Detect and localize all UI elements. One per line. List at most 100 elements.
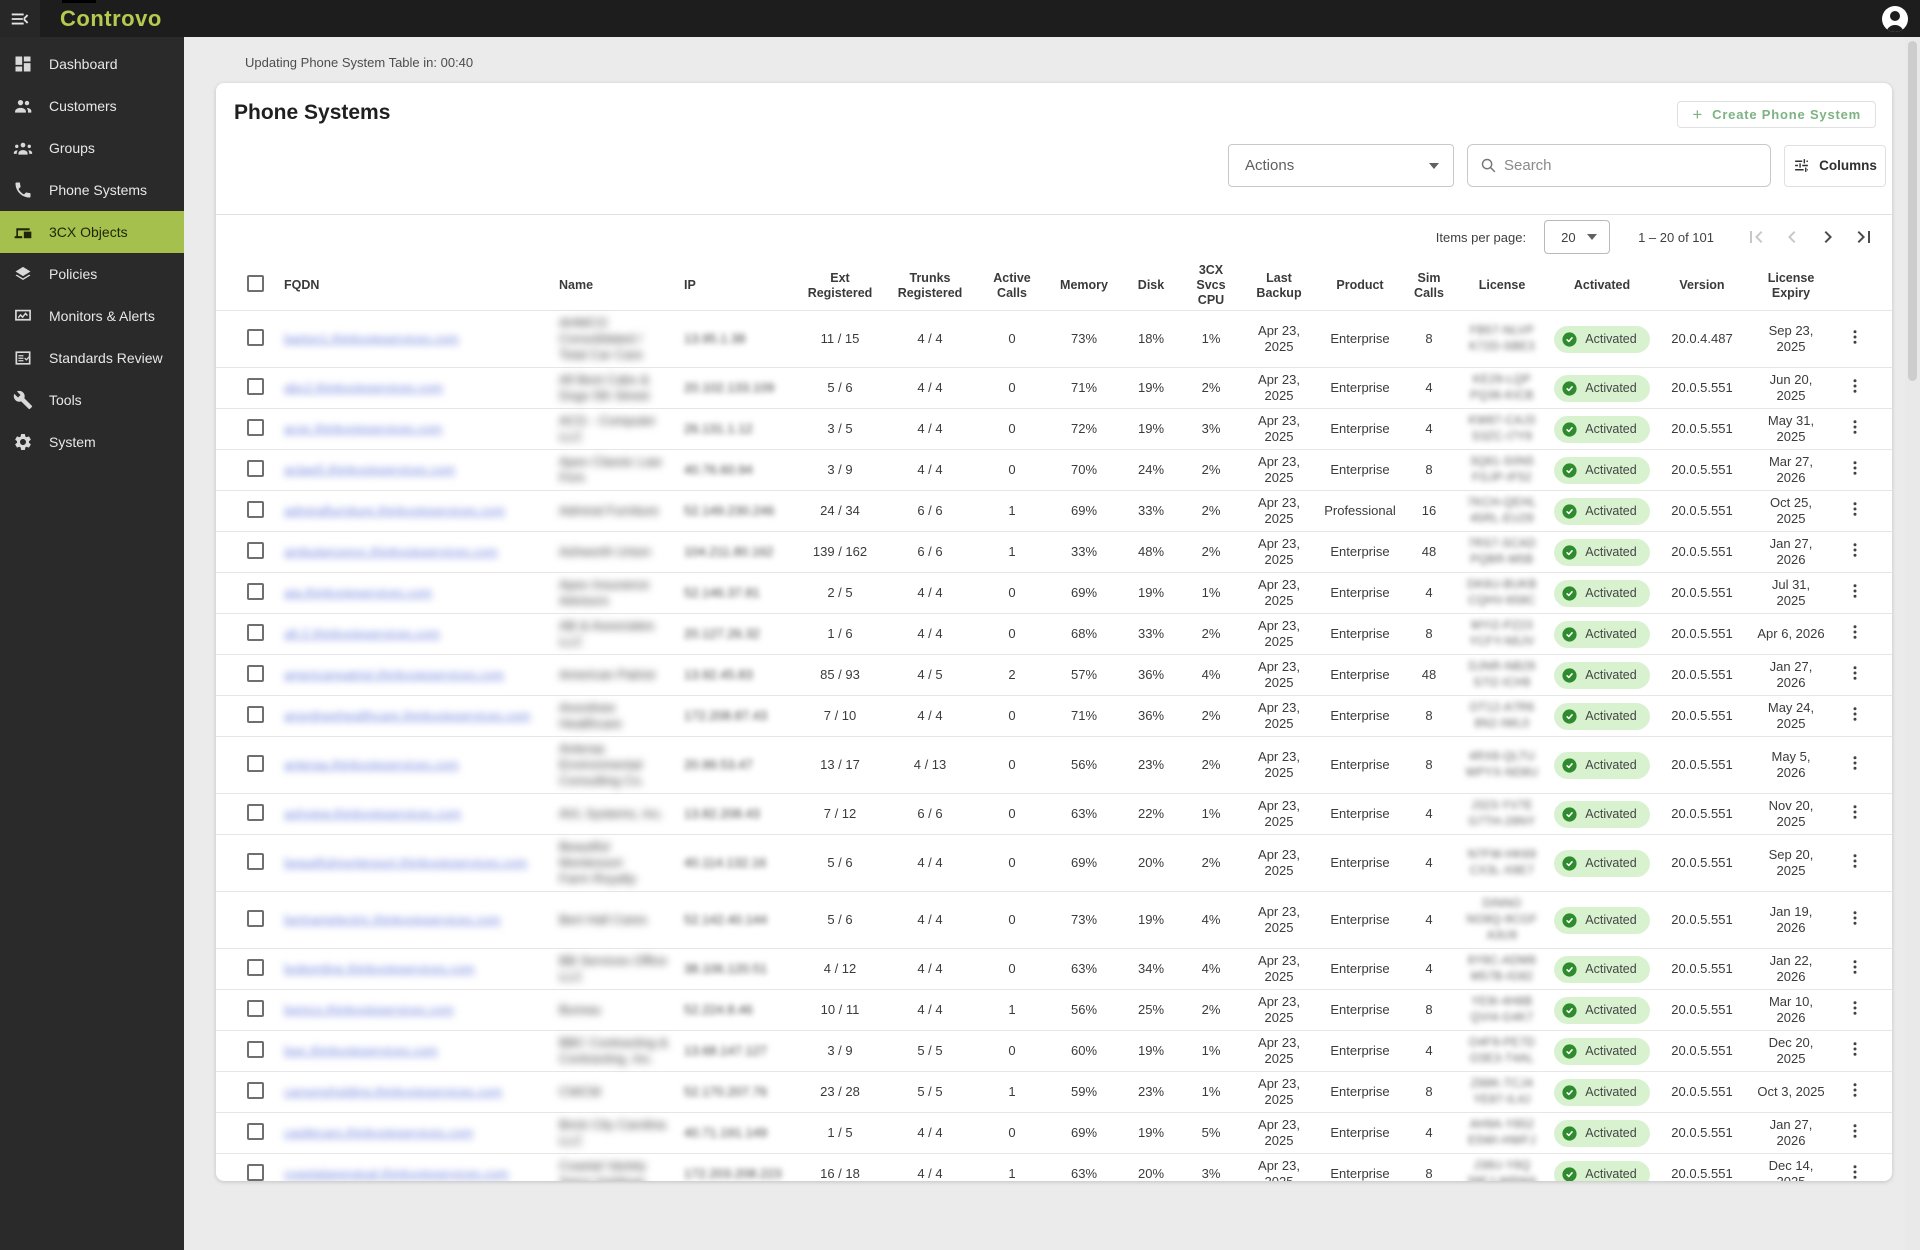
fqdn-link[interactable]: admiralfurniture.thinkvoipservices.com [284, 503, 505, 518]
status-label: Activated [1585, 806, 1636, 822]
row-checkbox[interactable] [247, 329, 264, 346]
memory-cell: 63% [1048, 1162, 1120, 1181]
create-phone-system-button[interactable]: + Create Phone System [1677, 101, 1876, 128]
fqdn-link[interactable]: bpmco.thinkvoipservices.com [284, 1002, 454, 1017]
row-checkbox[interactable] [247, 1082, 264, 1099]
sidebar-item-tools[interactable]: Tools [0, 379, 184, 421]
disk-cell: 19% [1120, 376, 1182, 400]
row-menu-kebab-icon[interactable] [1846, 664, 1864, 682]
row-menu-kebab-icon[interactable] [1846, 582, 1864, 600]
sidebar-item-policies[interactable]: Policies [0, 253, 184, 295]
fqdn-link[interactable]: americanpatriot.thinkvoipservices.com [284, 667, 504, 682]
check-circle-icon [1561, 462, 1578, 479]
fqdn-link[interactable]: anteraa.thinkvoipservices.com [284, 757, 459, 772]
sidebar-item-groups[interactable]: Groups [0, 127, 184, 169]
row-checkbox[interactable] [247, 1000, 264, 1017]
page-size-select[interactable]: 20 [1544, 220, 1610, 254]
actions-dropdown[interactable]: Actions [1228, 144, 1454, 187]
first-page-icon[interactable] [1744, 225, 1768, 249]
phone-systems-table: Items per page: 20 1 – 20 of 101 FQDNNam… [216, 214, 1892, 1181]
row-menu-kebab-icon[interactable] [1846, 958, 1864, 976]
fqdn-link[interactable]: beautifulmontessori.thinkvoipservices.co… [284, 855, 528, 870]
license-expiry-cell: Nov 20,2025 [1748, 794, 1834, 834]
row-menu-kebab-icon[interactable] [1846, 1040, 1864, 1058]
row-checkbox[interactable] [247, 706, 264, 723]
fqdn-link[interactable]: aclaw5.thinkvoipservices.com [284, 462, 455, 477]
row-checkbox[interactable] [247, 378, 264, 395]
row-checkbox[interactable] [247, 804, 264, 821]
row-menu-kebab-icon[interactable] [1846, 705, 1864, 723]
sidebar-item-dashboard[interactable]: Dashboard [0, 43, 184, 85]
row-checkbox[interactable] [247, 853, 264, 870]
sidebar-item-3cx-objects[interactable]: 3CX Objects [0, 211, 184, 253]
row-menu-kebab-icon[interactable] [1846, 1122, 1864, 1140]
license-expiry-cell: Oct 25,2025 [1748, 491, 1834, 531]
row-checkbox[interactable] [247, 910, 264, 927]
fqdn-link[interactable]: barton1.thinkvoipservices.com [284, 331, 459, 346]
column-header-actions [1834, 282, 1876, 290]
fqdn-link[interactable]: alt-2.thinkvoipservices.com [284, 626, 440, 641]
row-menu-kebab-icon[interactable] [1846, 1081, 1864, 1099]
fqdn-link[interactable]: anordneehealthcare.thinkvoipservices.com [284, 708, 530, 723]
columns-button[interactable]: Columns [1784, 145, 1886, 187]
row-checkbox[interactable] [247, 583, 264, 600]
version-cell: 20.0.5.551 [1656, 957, 1748, 981]
row-checkbox[interactable] [247, 460, 264, 477]
fqdn-link[interactable]: abc2.thinkvoipservices.com [284, 380, 443, 395]
row-checkbox[interactable] [247, 419, 264, 436]
select-all-checkbox[interactable] [247, 275, 264, 292]
status-label: Activated [1585, 1084, 1636, 1100]
fqdn-link[interactable]: coastalappraisal.thinkvoipservices.com [284, 1166, 509, 1181]
vertical-scrollbar[interactable] [1905, 37, 1920, 1250]
row-menu-kebab-icon[interactable] [1846, 328, 1864, 346]
fqdn-link[interactable]: carsonsholding.thinkvoipservices.com [284, 1084, 502, 1099]
row-menu-kebab-icon[interactable] [1846, 803, 1864, 821]
last-page-icon[interactable] [1852, 225, 1876, 249]
row-checkbox[interactable] [247, 755, 264, 772]
row-menu-kebab-icon[interactable] [1846, 377, 1864, 395]
row-checkbox[interactable] [247, 959, 264, 976]
row-checkbox[interactable] [247, 624, 264, 641]
fqdn-link[interactable]: bwc.thinkvoipservices.com [284, 1043, 438, 1058]
scrollbar-thumb[interactable] [1908, 41, 1917, 381]
previous-page-icon[interactable] [1780, 225, 1804, 249]
fqdn-link[interactable]: aia.thinkvoipservices.com [284, 585, 432, 600]
row-menu-kebab-icon[interactable] [1846, 1163, 1864, 1181]
row-menu-kebab-icon[interactable] [1846, 541, 1864, 559]
fqdn-link[interactable]: ashview.thinkvoipservices.com [284, 806, 461, 821]
user-avatar[interactable] [1882, 6, 1908, 32]
row-menu-kebab-icon[interactable] [1846, 852, 1864, 870]
fqdn-link[interactable]: castlecars.thinkvoipservices.com [284, 1125, 473, 1140]
row-menu-kebab-icon[interactable] [1846, 418, 1864, 436]
sidebar-item-customers[interactable]: Customers [0, 85, 184, 127]
row-menu-kebab-icon[interactable] [1846, 909, 1864, 927]
row-checkbox[interactable] [247, 1123, 264, 1140]
row-checkbox[interactable] [247, 1164, 264, 1181]
fqdn-link[interactable]: bertramelectric.thinkvoipservices.com [284, 912, 501, 927]
sidebar-item-standards-review[interactable]: Standards Review [0, 337, 184, 379]
row-checkbox[interactable] [247, 665, 264, 682]
next-page-icon[interactable] [1816, 225, 1840, 249]
version-cell: 20.0.5.551 [1656, 622, 1748, 646]
row-menu-kebab-icon[interactable] [1846, 999, 1864, 1017]
sidebar-item-phone-systems[interactable]: Phone Systems [0, 169, 184, 211]
row-menu-kebab-icon[interactable] [1846, 623, 1864, 641]
fqdn-link[interactable]: acgc.thinkvoipservices.com [284, 421, 442, 436]
row-menu-kebab-icon[interactable] [1846, 500, 1864, 518]
row-menu-kebab-icon[interactable] [1846, 754, 1864, 772]
row-checkbox[interactable] [247, 542, 264, 559]
fqdn-link[interactable]: bottomline.thinkvoipservices.com [284, 961, 475, 976]
row-menu-kebab-icon[interactable] [1846, 459, 1864, 477]
memory-cell: 69% [1048, 1121, 1120, 1145]
ip-cell: 38.106.120.51 [678, 957, 796, 981]
sidebar-item-system[interactable]: System [0, 421, 184, 463]
active-calls-cell: 0 [976, 622, 1048, 646]
ip-cell: 13.92.45.83 [678, 663, 796, 687]
fqdn-link[interactable]: ambulancesvc.thinkvoipservices.com [284, 544, 498, 559]
search-input[interactable] [1504, 157, 1758, 174]
row-checkbox[interactable] [247, 1041, 264, 1058]
menu-open-icon[interactable] [0, 0, 40, 37]
row-checkbox[interactable] [247, 501, 264, 518]
sidebar-item-monitors-alerts[interactable]: Monitors & Alerts [0, 295, 184, 337]
check-circle-icon [1561, 503, 1578, 520]
